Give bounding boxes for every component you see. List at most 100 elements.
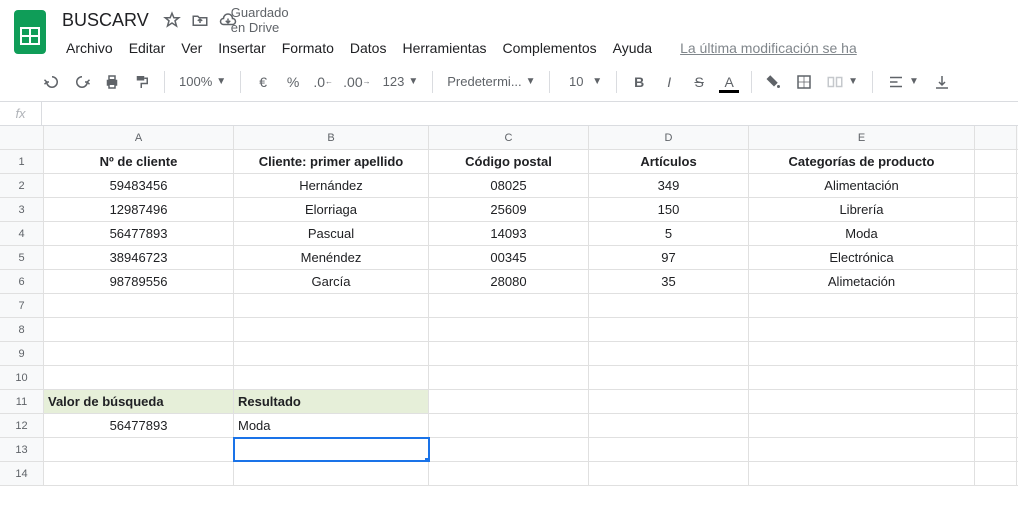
cell[interactable] (589, 414, 749, 437)
row-header[interactable]: 10 (0, 366, 44, 389)
italic-button[interactable]: I (655, 68, 683, 96)
cell[interactable] (429, 342, 589, 365)
menu-addons[interactable]: Complementos (494, 36, 604, 60)
redo-button[interactable] (68, 68, 96, 96)
cell[interactable]: Electrónica (749, 246, 975, 269)
menu-format[interactable]: Formato (274, 36, 342, 60)
cell[interactable] (749, 414, 975, 437)
col-header-D[interactable]: D (589, 126, 749, 149)
row-header[interactable]: 9 (0, 342, 44, 365)
cell[interactable] (975, 174, 1017, 197)
cell[interactable]: 56477893 (44, 414, 234, 437)
cell[interactable] (749, 462, 975, 485)
cell[interactable]: Valor de búsqueda (44, 390, 234, 413)
col-header-F[interactable] (975, 126, 1017, 149)
cell[interactable] (44, 438, 234, 461)
decrease-decimal-button[interactable]: .0← (309, 68, 337, 96)
col-header-E[interactable]: E (749, 126, 975, 149)
cell[interactable]: Categorías de producto (749, 150, 975, 173)
menu-view[interactable]: Ver (173, 36, 210, 60)
cell[interactable] (429, 390, 589, 413)
cell[interactable]: Moda (234, 414, 429, 437)
strikethrough-button[interactable]: S (685, 68, 713, 96)
cell[interactable]: Nº de cliente (44, 150, 234, 173)
cell[interactable] (234, 462, 429, 485)
more-formats-dropdown[interactable]: 123▼ (377, 68, 425, 96)
cell[interactable]: 38946723 (44, 246, 234, 269)
cell[interactable] (589, 462, 749, 485)
row-header[interactable]: 4 (0, 222, 44, 245)
cell[interactable] (749, 294, 975, 317)
cell[interactable]: Alimentación (749, 174, 975, 197)
cell[interactable]: 28080 (429, 270, 589, 293)
cell[interactable] (975, 366, 1017, 389)
menu-tools[interactable]: Herramientas (394, 36, 494, 60)
cell[interactable]: 14093 (429, 222, 589, 245)
cell[interactable] (234, 366, 429, 389)
cell[interactable]: Resultado (234, 390, 429, 413)
row-header[interactable]: 14 (0, 462, 44, 485)
font-dropdown[interactable]: Predetermi...▼ (441, 68, 541, 96)
cell[interactable] (975, 414, 1017, 437)
row-header[interactable]: 6 (0, 270, 44, 293)
last-modification-link[interactable]: La última modificación se ha (676, 40, 857, 56)
borders-button[interactable] (790, 68, 818, 96)
v-align-dropdown[interactable] (927, 68, 957, 96)
cell[interactable] (975, 462, 1017, 485)
cell[interactable] (589, 366, 749, 389)
cell[interactable]: Menéndez (234, 246, 429, 269)
row-header[interactable]: 13 (0, 438, 44, 461)
cell[interactable] (975, 150, 1017, 173)
row-header[interactable]: 5 (0, 246, 44, 269)
menu-insert[interactable]: Insertar (210, 36, 273, 60)
cell[interactable] (429, 294, 589, 317)
cell[interactable] (44, 342, 234, 365)
selected-cell[interactable] (234, 438, 429, 461)
print-button[interactable] (98, 68, 126, 96)
currency-button[interactable]: € (249, 68, 277, 96)
cell[interactable] (975, 438, 1017, 461)
fill-color-button[interactable] (760, 68, 788, 96)
cell[interactable]: 35 (589, 270, 749, 293)
cell[interactable] (975, 318, 1017, 341)
cell[interactable]: 12987496 (44, 198, 234, 221)
col-header-C[interactable]: C (429, 126, 589, 149)
percent-button[interactable]: % (279, 68, 307, 96)
cell[interactable]: 150 (589, 198, 749, 221)
cell[interactable]: Artículos (589, 150, 749, 173)
cell[interactable] (44, 366, 234, 389)
cell[interactable] (589, 342, 749, 365)
cell[interactable]: Elorriaga (234, 198, 429, 221)
col-header-B[interactable]: B (234, 126, 429, 149)
cell[interactable] (589, 438, 749, 461)
cell[interactable] (429, 318, 589, 341)
cell[interactable]: Alimetación (749, 270, 975, 293)
bold-button[interactable]: B (625, 68, 653, 96)
cell[interactable]: Pascual (234, 222, 429, 245)
cell[interactable] (429, 414, 589, 437)
star-icon[interactable] (163, 11, 181, 29)
col-header-A[interactable]: A (44, 126, 234, 149)
row-header[interactable]: 7 (0, 294, 44, 317)
cell[interactable]: Hernández (234, 174, 429, 197)
cell[interactable] (749, 390, 975, 413)
cell[interactable]: Librería (749, 198, 975, 221)
cell[interactable]: 59483456 (44, 174, 234, 197)
cell[interactable]: 25609 (429, 198, 589, 221)
cell[interactable]: 5 (589, 222, 749, 245)
cell[interactable]: Cliente: primer apellido (234, 150, 429, 173)
zoom-dropdown[interactable]: 100%▼ (173, 68, 232, 96)
cell[interactable]: Código postal (429, 150, 589, 173)
row-header[interactable]: 11 (0, 390, 44, 413)
cell[interactable] (975, 342, 1017, 365)
doc-title[interactable]: BUSCARV (58, 9, 153, 32)
cell[interactable] (44, 294, 234, 317)
cell[interactable]: 349 (589, 174, 749, 197)
cell[interactable] (749, 366, 975, 389)
cell[interactable]: 08025 (429, 174, 589, 197)
row-header[interactable]: 3 (0, 198, 44, 221)
paint-format-button[interactable] (128, 68, 156, 96)
cell[interactable] (975, 198, 1017, 221)
row-header[interactable]: 1 (0, 150, 44, 173)
select-all-corner[interactable] (0, 126, 44, 149)
